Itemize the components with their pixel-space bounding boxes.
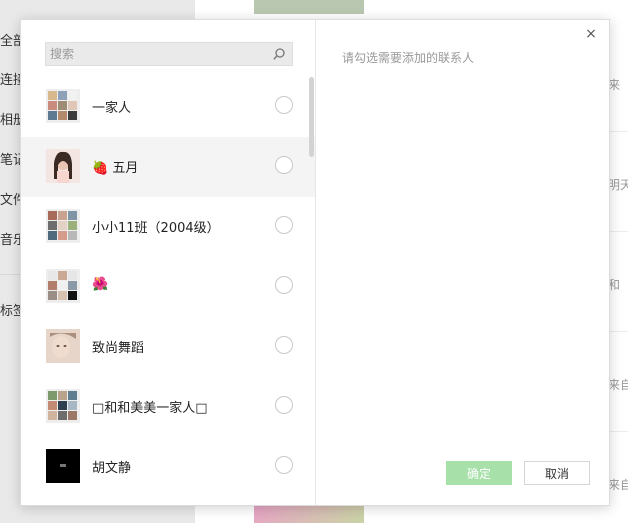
select-checkbox[interactable] bbox=[275, 336, 293, 354]
scrollbar[interactable] bbox=[309, 77, 314, 157]
group-avatar bbox=[46, 269, 80, 303]
background-photo bbox=[254, 504, 364, 523]
background-photo bbox=[254, 0, 364, 14]
background-item-text: 来自 bbox=[608, 378, 628, 392]
group-avatar bbox=[46, 389, 80, 423]
contact-row[interactable]: 小小11班（2004级） bbox=[21, 197, 315, 257]
contact-name: 胡文静 bbox=[92, 461, 132, 476]
contact-name: 🌺 bbox=[92, 277, 109, 292]
selected-contacts-pane: 请勾选需要添加的联系人 × 确定 取消 bbox=[316, 20, 609, 505]
select-checkbox[interactable] bbox=[275, 396, 293, 414]
select-checkbox[interactable] bbox=[275, 456, 293, 474]
contact-avatar bbox=[46, 329, 80, 363]
search-box[interactable] bbox=[45, 42, 293, 66]
empty-hint: 请勾选需要添加的联系人 bbox=[342, 51, 475, 65]
select-checkbox[interactable] bbox=[275, 276, 293, 294]
contact-row[interactable]: 胡文静 bbox=[21, 437, 315, 497]
group-avatar bbox=[46, 89, 80, 123]
select-checkbox[interactable] bbox=[275, 96, 293, 114]
contact-row[interactable]: 一家人 bbox=[21, 77, 315, 137]
contact-name: 致尚舞蹈 bbox=[92, 341, 145, 356]
contact-name: 🍓 五月 bbox=[92, 161, 139, 176]
contact-row[interactable]: □和和美美一家人□ bbox=[21, 377, 315, 437]
cancel-button[interactable]: 取消 bbox=[524, 461, 590, 485]
close-icon[interactable]: × bbox=[583, 26, 599, 42]
contact-row[interactable]: 致尚舞蹈 bbox=[21, 317, 315, 377]
contact-name: □和和美美一家人□ bbox=[92, 401, 208, 416]
contact-row[interactable]: 🍓 五月 bbox=[21, 137, 315, 197]
contact-name: 小小11班（2004级） bbox=[92, 221, 220, 236]
select-checkbox[interactable] bbox=[275, 156, 293, 174]
contact-list[interactable]: 一家人 🍓 五月 小小11班（2004级） 🌺 致尚舞蹈 □和和美美一家人□ 胡… bbox=[21, 77, 315, 505]
background-item-text: 和 bbox=[608, 278, 621, 292]
contact-avatar bbox=[46, 149, 80, 183]
contact-list-pane: 一家人 🍓 五月 bbox=[21, 20, 316, 505]
search-input[interactable] bbox=[50, 43, 265, 65]
background-item-text: 来自 bbox=[608, 478, 628, 492]
search-icon[interactable] bbox=[272, 47, 286, 61]
background-item-text: 明天 bbox=[608, 178, 628, 192]
select-contacts-dialog: 一家人 🍓 五月 bbox=[20, 19, 610, 506]
contact-name: 一家人 bbox=[92, 101, 132, 116]
contact-row[interactable]: 🌺 bbox=[21, 257, 315, 317]
select-checkbox[interactable] bbox=[275, 216, 293, 234]
group-avatar bbox=[46, 209, 80, 243]
contact-avatar bbox=[46, 449, 80, 483]
background-item-text: 来 bbox=[608, 78, 621, 92]
ok-button[interactable]: 确定 bbox=[446, 461, 512, 485]
